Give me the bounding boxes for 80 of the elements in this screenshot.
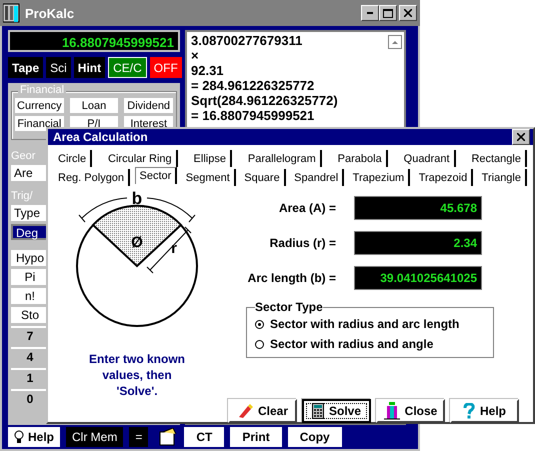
value-field[interactable]: 2.34: [354, 230, 482, 254]
tape-line: Sqrt(284.961226325772): [191, 93, 339, 108]
tape-line: 3.08700277679311: [191, 33, 304, 48]
mode-button[interactable]: Hint: [74, 57, 106, 78]
close-button[interactable]: [512, 129, 530, 145]
eraser-icon: [236, 403, 253, 419]
tape-line: = 16.8807945999521: [191, 108, 316, 123]
question-icon: [462, 403, 475, 419]
shape-tab[interactable]: Square: [240, 169, 286, 186]
group-label: Financial: [18, 84, 66, 96]
shape-tab[interactable]: Sector: [134, 167, 178, 184]
help-button[interactable]: Help: [8, 427, 60, 447]
shape-tab[interactable]: Trapezoid: [414, 169, 474, 186]
notepad-icon[interactable]: [158, 428, 178, 446]
field-label: Arc length (b) =: [246, 270, 336, 284]
radio-button[interactable]: [255, 340, 264, 348]
shape-tab[interactable]: Parabola: [334, 150, 388, 167]
dialog-button[interactable]: Close: [376, 399, 445, 423]
mode-button[interactable]: CE/C: [108, 57, 147, 78]
close-icon: [404, 9, 412, 17]
bottom-button[interactable]: Print: [230, 427, 282, 447]
field-label: Area (A) =: [278, 200, 336, 214]
radio-button[interactable]: [255, 320, 264, 328]
result-display: 16.8807945999521: [8, 30, 180, 52]
group-label: Trig/: [11, 190, 34, 202]
mode-button[interactable]: Tape: [8, 57, 44, 78]
field-label: Radius (r) =: [268, 236, 336, 250]
shape-tab[interactable]: Triangle: [478, 169, 527, 186]
close-icon: [517, 133, 525, 141]
function-button[interactable]: Deg: [11, 224, 49, 240]
group-label: Sector Type: [255, 300, 323, 314]
group-label: Geor: [11, 150, 36, 162]
minimize-icon: [367, 12, 373, 14]
shape-tab[interactable]: Rectangle: [467, 150, 527, 167]
shape-tab[interactable]: Parallelogram: [244, 150, 322, 167]
function-button[interactable]: Dividend: [124, 98, 173, 113]
function-button[interactable]: Type: [11, 205, 49, 221]
shape-tab[interactable]: Trapezium: [348, 169, 410, 186]
shape-tab[interactable]: Reg. Polygon: [54, 169, 130, 186]
maximize-button[interactable]: [379, 5, 397, 21]
bottom-button[interactable]: CT: [184, 427, 224, 447]
mode-button[interactable]: Sci: [46, 57, 71, 78]
option-label[interactable]: Sector with radius and angle: [270, 337, 434, 351]
tape-line: 92.31: [191, 63, 225, 78]
bottom-button[interactable]: Copy: [288, 427, 342, 447]
key-button[interactable]: Sto: [11, 307, 49, 323]
bottom-button[interactable]: Clr Mem: [66, 427, 124, 447]
door-icon: [384, 402, 400, 420]
lightbulb-icon: [14, 430, 24, 444]
key-button[interactable]: Pi: [11, 269, 49, 285]
shape-tab[interactable]: Ellipse: [190, 150, 232, 167]
function-button[interactable]: Financial: [15, 116, 64, 131]
value-field[interactable]: 39.041025641025: [354, 266, 482, 290]
calculator-icon: [312, 403, 324, 419]
tape-line: = 284.961226325772: [191, 78, 316, 93]
window-title: ProKalc: [25, 6, 76, 20]
bottom-button[interactable]: =: [129, 427, 148, 447]
calculator-app-icon: [3, 3, 21, 23]
key-button[interactable]: Hypo: [11, 250, 49, 266]
scroll-up-icon[interactable]: [388, 35, 402, 49]
tape-line: ×: [191, 48, 200, 63]
shape-tab[interactable]: Circle: [54, 150, 92, 167]
dialog-title: Area Calculation: [53, 130, 149, 144]
function-button[interactable]: Are: [11, 165, 49, 181]
instruction-text: Enter two known values, then 'Solve'.: [88, 351, 186, 399]
shape-tab[interactable]: Quadrant: [400, 150, 456, 167]
key-button[interactable]: n!: [11, 288, 49, 304]
dialog-button[interactable]: Solve: [302, 399, 371, 423]
maximize-icon: [383, 8, 393, 18]
function-button[interactable]: Loan: [70, 98, 118, 113]
minimize-button[interactable]: [361, 5, 379, 21]
close-button[interactable]: [399, 5, 417, 21]
shape-tab[interactable]: Segment: [182, 169, 236, 186]
mode-button[interactable]: OFF: [150, 57, 182, 78]
shape-tab[interactable]: Spandrel: [290, 169, 344, 186]
value-field[interactable]: 45.678: [354, 196, 482, 220]
function-button[interactable]: Currency: [15, 98, 64, 113]
option-label[interactable]: Sector with radius and arc length: [270, 317, 460, 331]
dialog-button[interactable]: Help: [450, 399, 519, 423]
dialog-button[interactable]: Clear: [228, 399, 297, 423]
